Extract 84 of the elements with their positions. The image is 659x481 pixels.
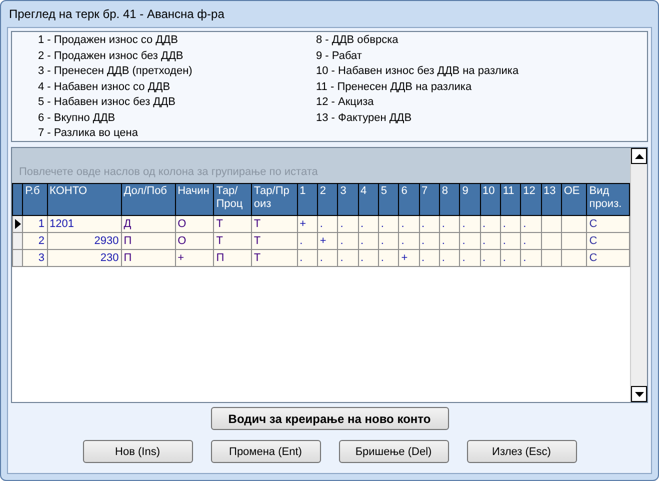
table-cell: П xyxy=(121,232,176,250)
legend-item: 3 - Пренесен ДДВ (претходен) xyxy=(38,64,194,79)
column-header[interactable]: Дол/Поб xyxy=(121,184,176,216)
table-cell xyxy=(541,232,562,250)
table-cell: Т xyxy=(214,216,252,232)
legend-item: 12 - Акциза xyxy=(316,95,375,110)
legend-item: 1 - Продажен износ со ДДВ xyxy=(38,33,179,48)
table-cell: Т xyxy=(251,232,298,250)
column-header[interactable]: ОЕ xyxy=(561,184,587,216)
action-button[interactable]: Бришење (Del) xyxy=(338,440,448,463)
legend-item: 9 - Рабат xyxy=(316,48,363,64)
table-cell: 2 xyxy=(22,232,48,250)
legend-item: 5 - Набавен износ без ДДВ xyxy=(38,95,176,110)
table-cell: . xyxy=(297,250,318,266)
table-cell: Т xyxy=(251,216,298,232)
table-cell: + xyxy=(175,250,214,266)
table-cell: П xyxy=(214,250,252,266)
table-cell: С xyxy=(586,232,630,250)
table-cell: Т xyxy=(251,250,298,266)
scroll-up-icon[interactable] xyxy=(631,148,647,164)
table-cell: 2930 xyxy=(47,232,122,250)
legend-item: 2 - Продажен износ без ДДВ xyxy=(38,48,184,64)
column-header[interactable]: 2 xyxy=(317,184,338,216)
column-header[interactable]: 8 xyxy=(439,184,460,216)
table-cell: . xyxy=(419,232,440,250)
table-cell xyxy=(541,216,562,232)
column-header[interactable]: 3 xyxy=(338,184,358,216)
legend-item: 4 - Набавен износ со ДДВ xyxy=(38,80,172,94)
column-header[interactable]: Р.б xyxy=(22,184,48,216)
column-header[interactable]: 1 xyxy=(297,184,318,216)
table-cell: . xyxy=(480,250,500,266)
table-cell: . xyxy=(358,216,378,232)
legend-item: 6 - Вкупно ДДВ xyxy=(38,110,116,126)
table-cell: 1 xyxy=(22,216,48,232)
table-cell: . xyxy=(297,232,318,250)
table-cell: 1201 xyxy=(47,216,122,232)
column-header[interactable]: 5 xyxy=(378,184,399,216)
table-cell: С xyxy=(586,216,630,232)
wizard-button[interactable]: Водич за креирање на ново конто xyxy=(210,407,448,430)
action-button[interactable]: Промена (Ent) xyxy=(210,440,320,463)
table-cell: 230 xyxy=(47,250,122,266)
action-button[interactable]: Нов (Ins) xyxy=(82,440,192,463)
column-header[interactable]: 4 xyxy=(358,184,378,216)
column-header[interactable]: 10 xyxy=(480,184,500,216)
table-cell: . xyxy=(419,250,440,266)
table-cell: 3 xyxy=(22,250,48,266)
column-header[interactable]: Начин xyxy=(175,184,214,216)
column-header[interactable]: 6 xyxy=(398,184,420,216)
scroll-down-icon[interactable] xyxy=(631,386,647,402)
table-cell: С xyxy=(586,250,630,266)
column-header[interactable]: 7 xyxy=(419,184,440,216)
table-cell: . xyxy=(358,250,378,266)
row-indicator[interactable] xyxy=(12,216,23,232)
table-cell: + xyxy=(297,216,318,232)
table-cell: . xyxy=(480,232,500,250)
table-cell: . xyxy=(358,232,378,250)
legend-item: 11 - Пренесен ДДВ на разлика xyxy=(316,80,473,94)
legend-item: 10 - Набавен износ без ДДВ на разлика xyxy=(316,64,520,79)
column-header[interactable]: Вид произ. xyxy=(586,184,630,216)
column-header[interactable]: Тар/ Проц xyxy=(214,184,252,216)
table-cell xyxy=(561,250,587,266)
table-cell xyxy=(561,232,587,250)
column-header[interactable]: Тар/Пр оиз xyxy=(251,184,298,216)
row-selector-header[interactable] xyxy=(12,184,23,216)
column-header[interactable]: КОНТО xyxy=(47,184,122,216)
scrollbar[interactable] xyxy=(630,148,647,402)
legend-item: 8 - ДДВ обврска xyxy=(316,33,400,48)
table-cell: . xyxy=(419,216,440,232)
table-cell: Д xyxy=(121,216,176,232)
table-cell: О xyxy=(175,216,214,232)
table-cell: П xyxy=(121,250,176,266)
table-cell: Т xyxy=(214,232,252,250)
window-title: Преглед на терк бр. 41 - Авансна ф-ра xyxy=(8,6,226,23)
table-cell xyxy=(561,216,587,232)
table-cell: . xyxy=(480,216,500,232)
legend-item: 7 - Разлика во цена xyxy=(38,126,139,141)
column-header[interactable]: 12 xyxy=(520,184,541,216)
legend-item: 13 - Фактурен ДДВ xyxy=(316,110,413,126)
table-cell xyxy=(541,250,562,266)
column-header[interactable]: 13 xyxy=(541,184,562,216)
column-header[interactable]: 9 xyxy=(460,184,480,216)
action-button[interactable]: Излез (Esc) xyxy=(466,440,576,463)
table-cell: О xyxy=(175,232,214,250)
column-header[interactable]: 11 xyxy=(500,184,521,216)
